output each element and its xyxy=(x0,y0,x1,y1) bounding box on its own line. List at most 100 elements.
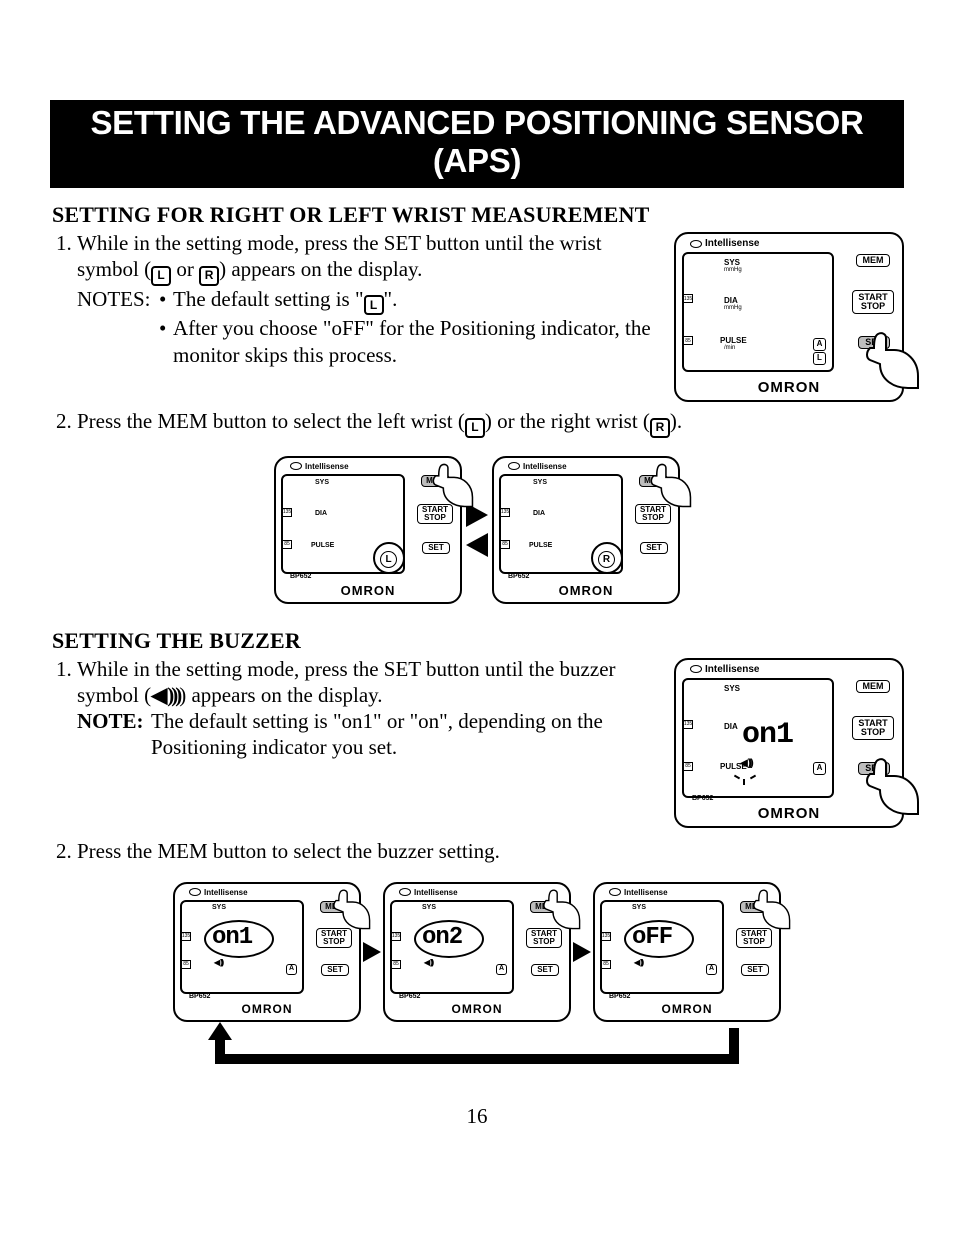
intellisense-label: Intellisense xyxy=(189,888,248,897)
device-screen: SYS DIA PULSE 135 85 on1 ◀))) A xyxy=(682,678,834,798)
mem-button: MEM xyxy=(856,254,890,267)
sys-label: SYS xyxy=(724,684,740,693)
dia-label: DIA xyxy=(533,510,545,517)
arrow-right-icon xyxy=(573,942,591,962)
intellisense-label: Intellisense xyxy=(399,888,458,897)
a-indicator: A xyxy=(286,963,297,976)
letter-a-icon: A xyxy=(706,964,717,975)
speaker-icon: ◀))) xyxy=(634,958,642,967)
scale-85: 85 xyxy=(683,336,693,345)
circle-highlight-icon xyxy=(591,542,623,574)
circle-highlight-icon xyxy=(414,920,484,958)
pulse-label: PULSE xyxy=(529,542,552,549)
brand-label: OMRON xyxy=(276,583,460,598)
wrist-steps-list-2: Press the MEM button to select the left … xyxy=(52,408,904,438)
wrist-diagram: Intellisense SYS DIA PULSE 135 85 L MEM … xyxy=(50,456,904,604)
start-stop-button: STARTSTOP xyxy=(852,716,894,740)
letter-a-icon: A xyxy=(496,964,507,975)
model-label: BP652 xyxy=(692,795,713,802)
speaker-icon: ◀))) xyxy=(424,958,432,967)
intellisense-label: Intellisense xyxy=(690,238,759,249)
intellisense-label: Intellisense xyxy=(508,462,567,471)
sys-unit: mmHg xyxy=(724,267,742,273)
radiating-icon xyxy=(734,768,756,782)
scale-85: 85 xyxy=(683,762,693,771)
model-label: BP652 xyxy=(508,573,529,580)
mem-button: MEM xyxy=(740,901,769,913)
device-illustration: Intellisense SYS 135 85 oFF ◀))) A MEM S… xyxy=(593,882,781,1022)
scale-135: 135 xyxy=(391,932,401,941)
model-label: BP652 xyxy=(189,993,210,1000)
page-number: 16 xyxy=(50,1104,904,1129)
dia-label: DIA xyxy=(724,296,738,305)
model-label: BP652 xyxy=(399,993,420,1000)
wrist-step-1: While in the setting mode, press the SET… xyxy=(77,230,660,368)
letter-a-icon: A xyxy=(813,338,826,351)
bullet-icon: • xyxy=(159,286,173,316)
device-illustration: Intellisense SYS DIA PULSE 135 85 on1 ◀)… xyxy=(674,658,904,828)
pulse-unit: /min xyxy=(724,345,735,351)
model-label: BP652 xyxy=(609,993,630,1000)
a-indicator: A xyxy=(706,963,717,976)
brand-label: OMRON xyxy=(385,1002,569,1016)
device-illustration: Intellisense SYS 135 85 on1 ◀))) A MEM S… xyxy=(173,882,361,1022)
device-illustration: Intellisense SYS DIA PULSE 135 85 L MEM … xyxy=(274,456,462,604)
set-button: SET xyxy=(858,762,890,775)
device-illustration: Intellisense SYS mmHg DIA mmHg PULSE /mi… xyxy=(674,232,904,402)
intellisense-label: Intellisense xyxy=(609,888,668,897)
wrist-notes: NOTES: • The default setting is "L". • xyxy=(77,286,660,368)
wrist-note-1: • The default setting is "L". xyxy=(159,286,660,316)
buzzer-step-1: While in the setting mode, press the SET… xyxy=(77,656,660,761)
wrist-step2-text-c: ). xyxy=(670,409,682,433)
pulse-label: PULSE xyxy=(311,542,334,549)
set-button: SET xyxy=(858,336,890,349)
page-title: SETTING THE ADVANCED POSITIONING SENSOR … xyxy=(50,100,904,188)
dia-label: DIA xyxy=(724,722,738,731)
brand-label: OMRON xyxy=(676,379,902,396)
letter-l-icon: L xyxy=(813,352,826,365)
wrist-step1-text-b: or xyxy=(171,257,199,281)
buzzer-note-text: The default setting is "on1" or "on", de… xyxy=(151,708,660,761)
scale-85: 85 xyxy=(391,960,401,969)
speaker-icon: ◀))) xyxy=(151,683,179,707)
start-stop-button: STARTSTOP xyxy=(635,504,671,524)
buzzer-step1-row: While in the setting mode, press the SET… xyxy=(50,656,904,828)
scale-135: 135 xyxy=(683,720,693,729)
screen-value: on1 xyxy=(742,718,793,752)
scale-135: 135 xyxy=(181,932,191,941)
mem-button: MEM xyxy=(639,475,668,487)
r-indicator: R xyxy=(598,549,615,568)
wrist-note-2: • After you choose "oFF" for the Positio… xyxy=(159,315,660,368)
letter-a-icon: A xyxy=(286,964,297,975)
wrist-note2-text: After you choose "oFF" for the Positioni… xyxy=(173,315,660,368)
sys-label: SYS xyxy=(724,258,740,267)
scale-85: 85 xyxy=(500,540,510,549)
dia-label: DIA xyxy=(315,510,327,517)
wrist-step1-text-c: ) appears on the display. xyxy=(219,257,422,281)
mem-button: MEM xyxy=(320,901,349,913)
bullet-icon: • xyxy=(159,315,173,368)
l-indicator: L xyxy=(380,549,397,568)
wrist-step2-text-b: ) or the right wrist ( xyxy=(485,409,650,433)
intellisense-label: Intellisense xyxy=(690,664,759,675)
buzzer-step-2: Press the MEM button to select the buzze… xyxy=(77,838,904,864)
wrist-step2-text-a: Press the MEM button to select the left … xyxy=(77,409,465,433)
wrist-left-icon: L xyxy=(151,266,171,286)
sys-label: SYS xyxy=(315,479,329,486)
scale-135: 135 xyxy=(282,508,292,517)
pulse-label: PULSE xyxy=(720,336,747,345)
start-stop-button: STARTSTOP xyxy=(316,928,352,948)
circle-highlight-icon xyxy=(624,920,694,958)
letter-a-icon: A xyxy=(813,762,826,775)
manual-page: SETTING THE ADVANCED POSITIONING SENSOR … xyxy=(0,0,954,1149)
scale-135: 135 xyxy=(500,508,510,517)
set-button: SET xyxy=(531,964,559,976)
start-stop-button: STARTSTOP xyxy=(526,928,562,948)
scale-135: 135 xyxy=(683,294,693,303)
notes-label: NOTES: xyxy=(77,286,159,368)
mem-button: MEM xyxy=(856,680,890,693)
circle-highlight-icon xyxy=(204,920,274,958)
dia-unit: mmHg xyxy=(724,305,742,311)
device-screen: SYS DIA PULSE 135 85 L xyxy=(281,474,405,574)
buzzer-steps-list-2: Press the MEM button to select the buzze… xyxy=(52,838,904,864)
